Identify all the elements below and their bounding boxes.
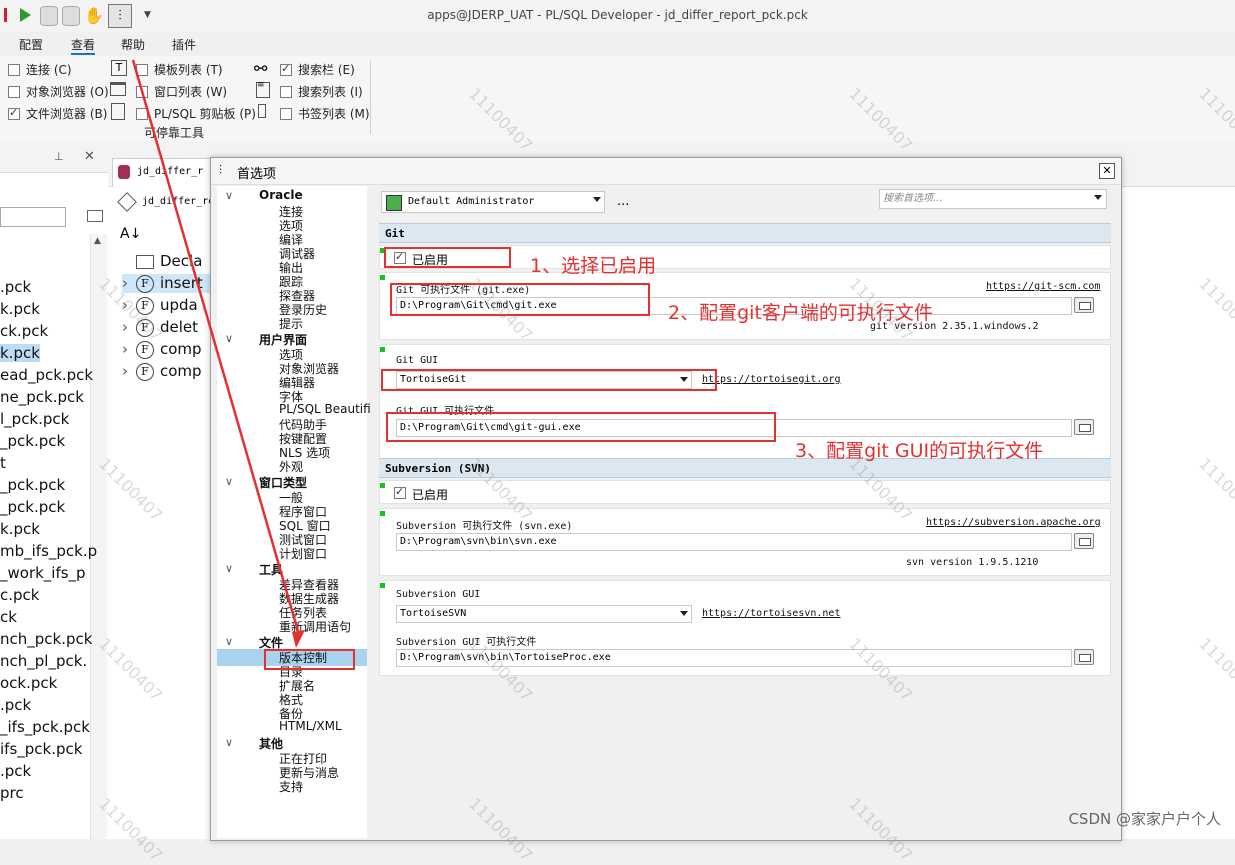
annotation-arrow <box>131 59 305 648</box>
footer-credit: CSDN @家家户户个人 <box>1068 810 1221 828</box>
